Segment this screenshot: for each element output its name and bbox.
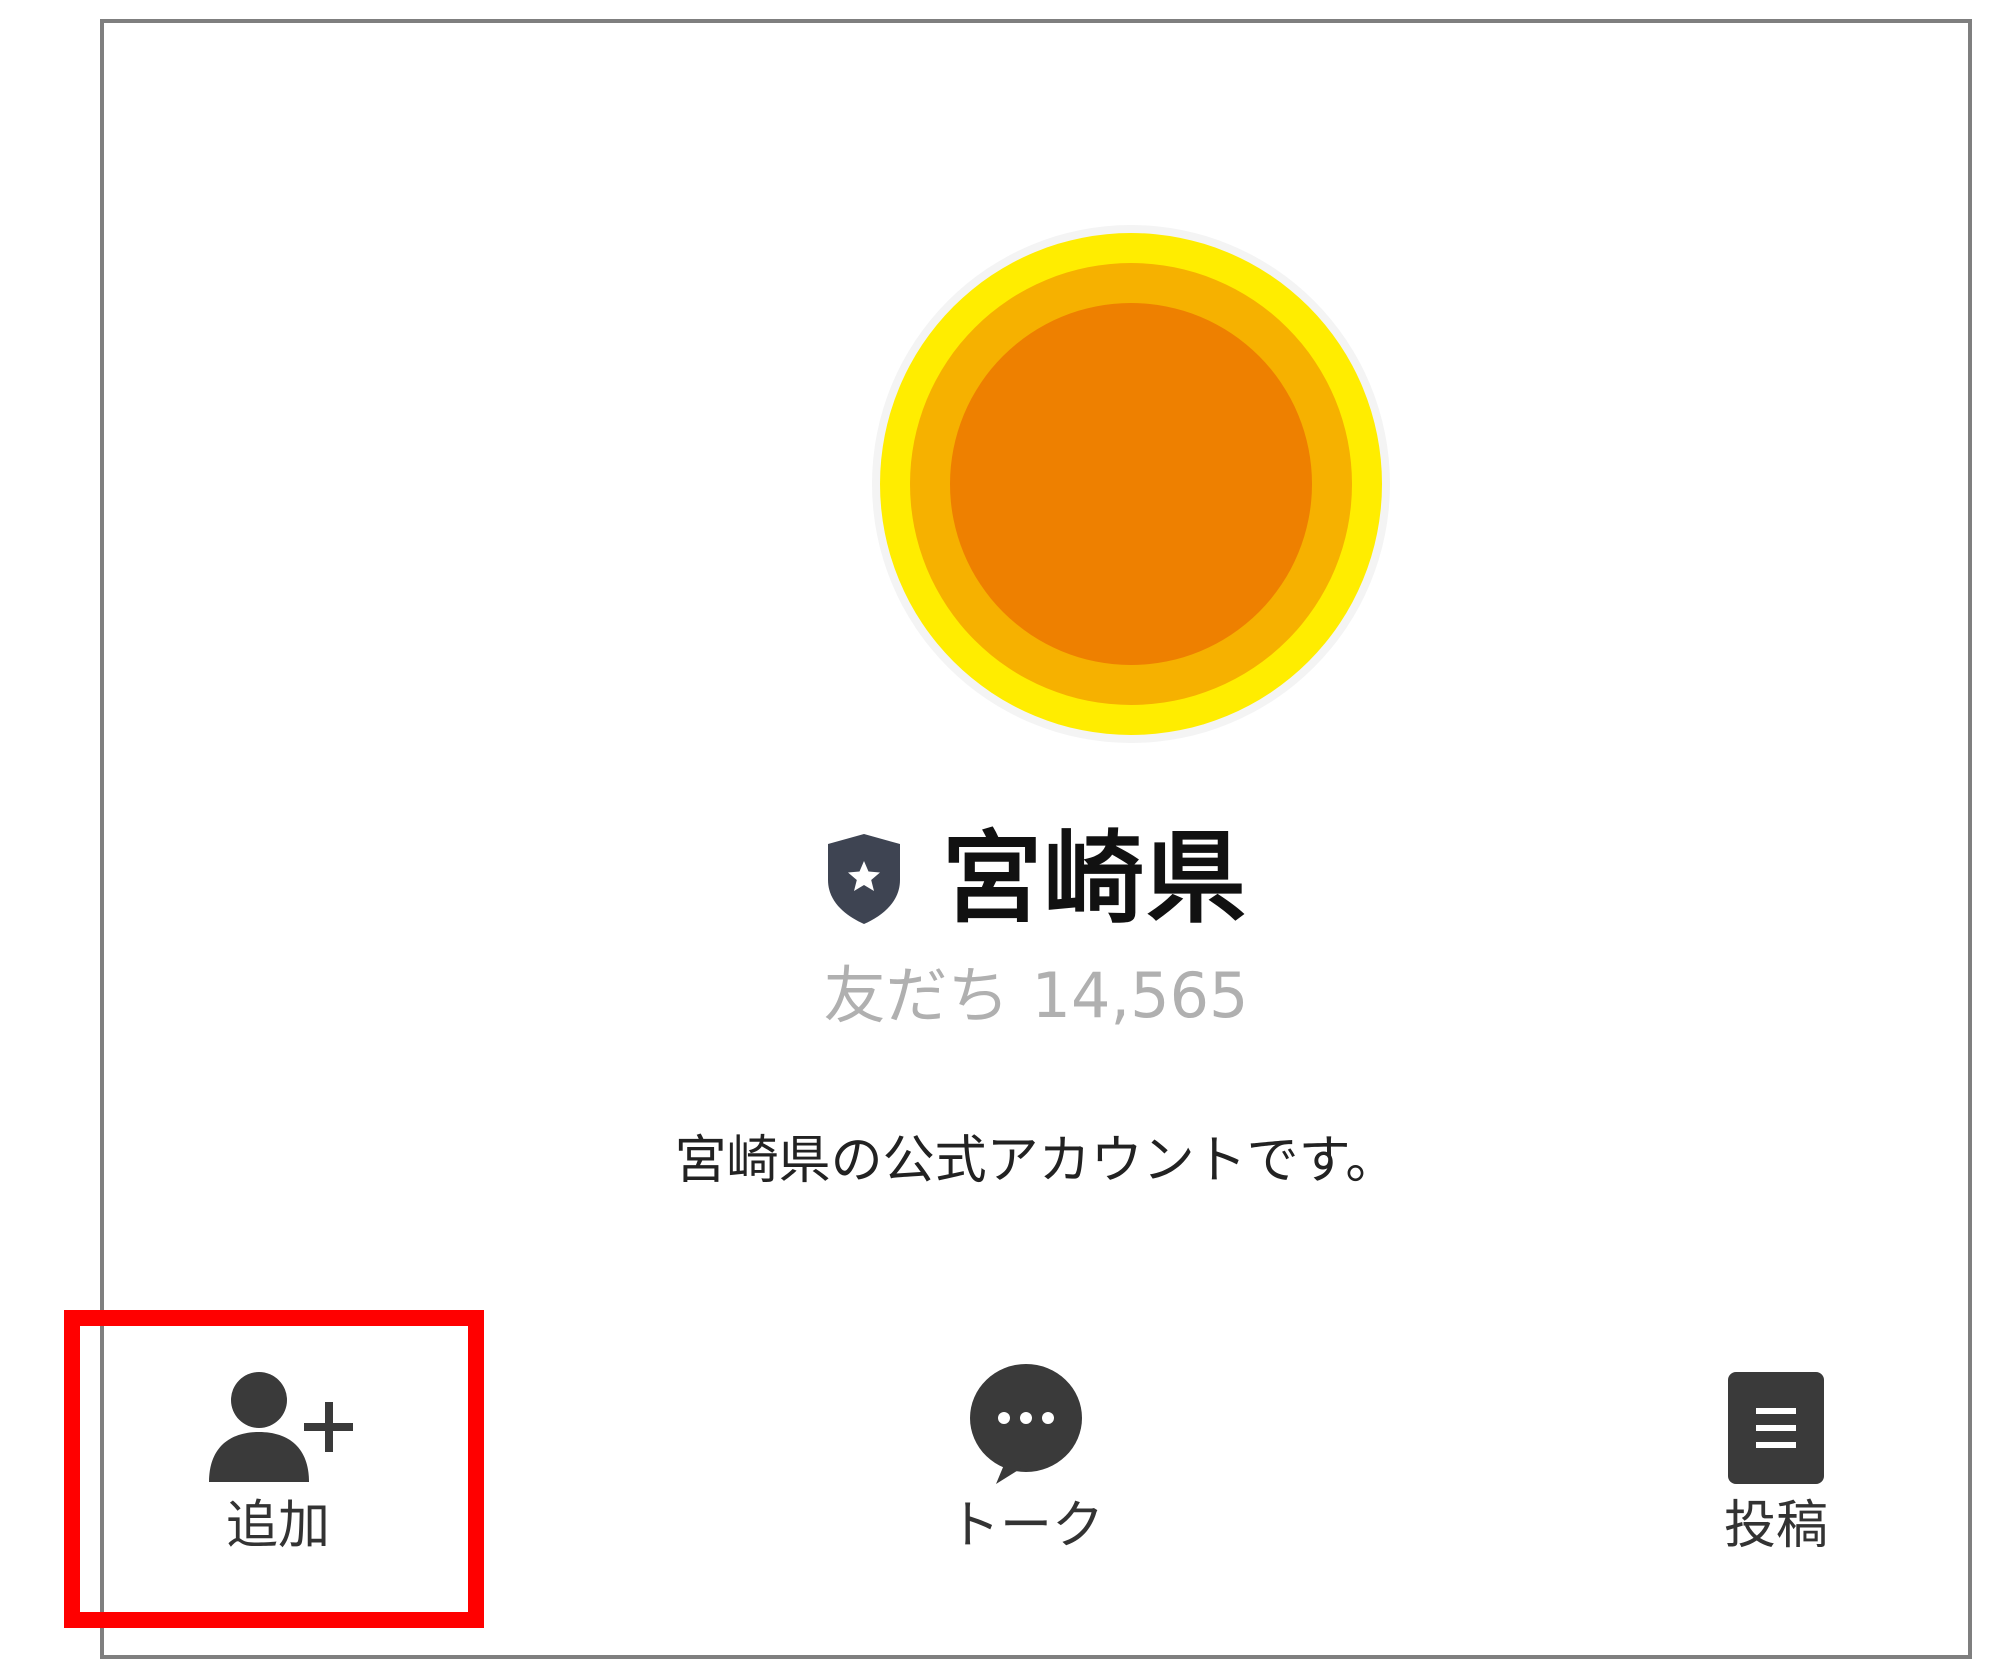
account-name: 宮崎県 <box>942 820 1248 937</box>
post-label: 投稿 <box>1723 1496 1828 1556</box>
avatar-outer-ring <box>880 233 1382 735</box>
add-friend-icon <box>209 1372 353 1482</box>
profile-avatar <box>872 225 1390 743</box>
friends-count: 14,565 <box>1031 959 1249 1032</box>
shield-star-icon <box>828 834 900 924</box>
friends-label: 友だち <box>823 959 1010 1032</box>
add-friend-label: 追加 <box>225 1496 330 1556</box>
document-icon <box>1728 1372 1824 1484</box>
friends-count-line: 友だち 14,565 <box>104 965 1968 1027</box>
talk-label: トーク <box>947 1496 1104 1556</box>
account-name-row: 宮崎県 <box>104 819 1968 939</box>
add-friend-button[interactable]: 追加 <box>158 1360 398 1560</box>
avatar-middle-ring <box>910 263 1352 705</box>
avatar-core <box>950 303 1312 665</box>
talk-button[interactable]: トーク <box>906 1360 1146 1560</box>
chat-bubble-icon <box>970 1364 1082 1484</box>
account-description: 宮崎県の公式アカウントです。 <box>674 1131 1398 1191</box>
post-button[interactable]: 投稿 <box>1656 1360 1896 1560</box>
